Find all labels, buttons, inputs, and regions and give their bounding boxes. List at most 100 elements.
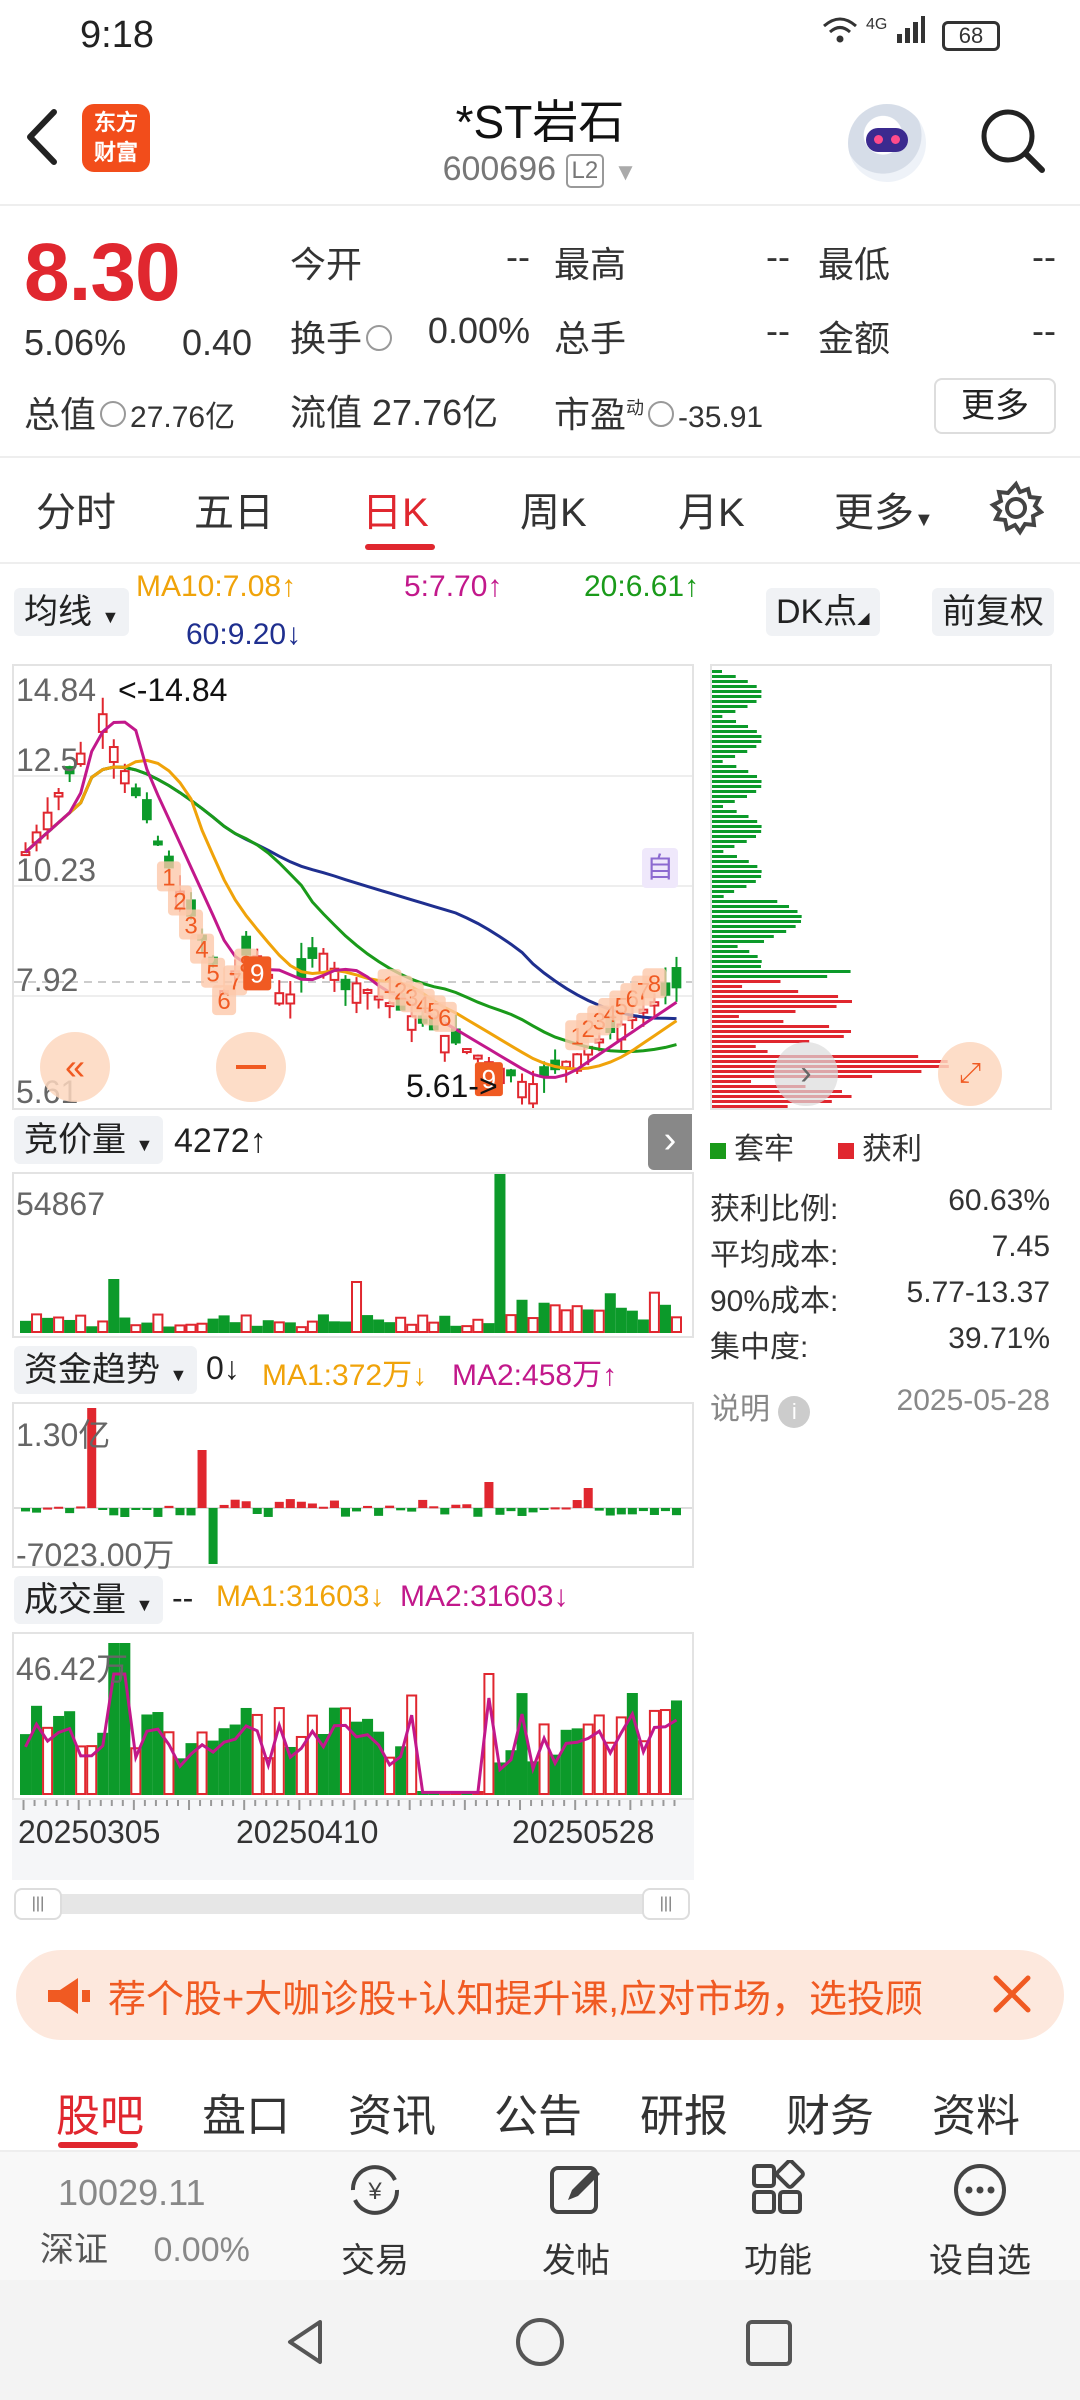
chip-distribution-chart[interactable]: › ⤢ bbox=[710, 664, 1052, 1110]
dropdown-corner-icon: ◢ bbox=[857, 610, 870, 627]
zoom-out-button[interactable] bbox=[216, 1032, 286, 1102]
chip-bar bbox=[712, 985, 743, 988]
chip-bar bbox=[712, 830, 762, 833]
tab-profile[interactable]: 资料 bbox=[932, 2080, 1020, 2144]
pe-label: 市盈 bbox=[554, 394, 627, 435]
tab-intraday[interactable]: 分时 bbox=[36, 480, 116, 538]
tab-news[interactable]: 资讯 bbox=[348, 2080, 436, 2144]
fund-bar bbox=[418, 1499, 428, 1508]
stock-code-row[interactable]: 600696 L2 ▼ bbox=[340, 150, 740, 189]
more-dots-icon bbox=[954, 2164, 1006, 2216]
chip-bar bbox=[712, 920, 802, 923]
close-banner-button[interactable] bbox=[982, 1964, 1042, 2029]
indicator-selector[interactable]: 均线 ▼ bbox=[14, 588, 130, 636]
chart-settings-button[interactable] bbox=[988, 480, 1045, 541]
chip-bar bbox=[712, 785, 762, 788]
change-percent: 5.06% bbox=[24, 322, 127, 363]
auction-bar bbox=[439, 1315, 451, 1334]
scroll-handle-left[interactable]: ||| bbox=[14, 1888, 62, 1920]
chip-bar bbox=[712, 1020, 784, 1023]
candle-body bbox=[473, 1054, 483, 1060]
fund-trend-selector[interactable]: 资金趋势 ▼ bbox=[14, 1346, 198, 1394]
chip-bar bbox=[712, 980, 781, 983]
chip-bar bbox=[712, 960, 762, 963]
post-label: 发帖 bbox=[542, 2242, 610, 2280]
info-icon[interactable] bbox=[366, 325, 393, 352]
tab-weekly-k[interactable]: 周K bbox=[520, 480, 587, 538]
trade-button[interactable]: ¥ 交易 bbox=[305, 2160, 445, 2282]
auction-value: 4272↑ bbox=[174, 1122, 267, 1160]
nav-recents-button[interactable] bbox=[744, 2318, 794, 2373]
auction-max: 54867 bbox=[16, 1186, 105, 1222]
promo-banner[interactable]: 荐个股+大咖诊股+认知提升课,应对市场，选投顾 bbox=[16, 1950, 1064, 2040]
chip-next-button[interactable]: › bbox=[774, 1042, 838, 1106]
auction-selector[interactable]: 竞价量 ▼ bbox=[14, 1116, 164, 1164]
tab-forum[interactable]: 股吧 bbox=[56, 2080, 144, 2144]
info-icon[interactable] bbox=[648, 401, 675, 428]
kline-chart[interactable]: 123456781234561234567899 14.84 12.5 10.2… bbox=[12, 613, 694, 1112]
chart-scrollbar[interactable]: ||| ||| bbox=[14, 1888, 690, 1920]
logo-text-line1: 东方 bbox=[93, 110, 138, 135]
note-link[interactable]: 说明 i bbox=[710, 1384, 811, 1428]
legend-swatch bbox=[710, 1143, 726, 1160]
fund-bar bbox=[429, 1506, 439, 1509]
dk-point-button[interactable]: DK点◢ bbox=[766, 588, 880, 636]
expand-icon[interactable]: ⤢ bbox=[938, 1042, 1002, 1106]
more-button[interactable]: 更多 bbox=[934, 378, 1056, 434]
index-widget[interactable]: 10029.11 深证 0.00% bbox=[40, 2172, 250, 2271]
robot-eye bbox=[874, 135, 883, 144]
tab-research[interactable]: 研报 bbox=[640, 2080, 728, 2144]
float-cap-value: 27.76亿 bbox=[372, 392, 499, 433]
level2-badge: L2 bbox=[565, 154, 605, 189]
tab-daily-k[interactable]: 日K bbox=[362, 480, 429, 538]
fund-bar bbox=[649, 1508, 659, 1515]
x-axis: 20250305 20250410 20250528 bbox=[12, 1800, 694, 1880]
tab-five-day[interactable]: 五日 bbox=[194, 480, 274, 538]
nav-home-button[interactable] bbox=[514, 2316, 566, 2373]
app-logo[interactable]: 东方 财富 bbox=[82, 104, 150, 172]
volume-bar bbox=[141, 1714, 153, 1795]
fund-ma2: MA2:458万↑ bbox=[452, 1359, 618, 1392]
fund-bar bbox=[440, 1508, 450, 1515]
search-button[interactable] bbox=[976, 104, 1048, 176]
legend-profit: 获利 bbox=[838, 1124, 922, 1168]
pe-sup: 动 bbox=[626, 398, 645, 418]
scroll-handle-right[interactable]: ||| bbox=[642, 1888, 690, 1920]
expand-side-button[interactable]: › bbox=[648, 1114, 692, 1170]
tab-announcements[interactable]: 公告 bbox=[494, 2080, 582, 2144]
tab-finance[interactable]: 财务 bbox=[786, 2080, 874, 2144]
back-button[interactable] bbox=[22, 102, 62, 172]
chip-bar bbox=[712, 770, 749, 773]
tab-more[interactable]: 更多▼ bbox=[834, 480, 934, 538]
adjust-button[interactable]: 前复权 bbox=[932, 588, 1054, 636]
functions-button[interactable]: 功能 bbox=[708, 2159, 848, 2282]
chip-bar bbox=[712, 1005, 837, 1008]
nav-back-button[interactable] bbox=[280, 2316, 332, 2373]
chip-bar bbox=[712, 1040, 810, 1043]
tab-orderbook[interactable]: 盘口 bbox=[202, 2080, 290, 2144]
watchlist-label: 设自选 bbox=[929, 2242, 1031, 2280]
fund-bar bbox=[175, 1508, 185, 1516]
candle-body bbox=[340, 978, 351, 991]
chip-bar bbox=[712, 950, 750, 953]
post-button[interactable]: 发帖 bbox=[506, 2160, 646, 2282]
y-tick: 10.23 bbox=[16, 852, 97, 888]
info-icon[interactable] bbox=[100, 401, 127, 428]
robot-assistant-avatar[interactable] bbox=[848, 104, 926, 182]
tab-monthly-k[interactable]: 月K bbox=[678, 480, 745, 538]
dropdown-triangle-icon: ▼ bbox=[914, 509, 934, 531]
fund-bar bbox=[583, 1488, 593, 1508]
high-annotation: <-14.84 bbox=[118, 672, 228, 708]
chip-bar bbox=[712, 1045, 756, 1048]
volume-selector[interactable]: 成交量 ▼ bbox=[14, 1576, 164, 1624]
indicator-selector-label: 均线 bbox=[24, 593, 92, 631]
chip-bar bbox=[712, 700, 757, 703]
fund-trend-label: 资金趋势 bbox=[24, 1351, 160, 1389]
chip-bar bbox=[712, 720, 737, 723]
scroll-left-button[interactable]: « bbox=[40, 1032, 110, 1102]
candle-body bbox=[318, 952, 329, 974]
volume-bar bbox=[306, 1714, 318, 1795]
dropdown-triangle-icon: ▼ bbox=[101, 607, 120, 627]
fund-bar bbox=[374, 1508, 384, 1516]
add-watchlist-button[interactable]: 设自选 bbox=[910, 2160, 1050, 2282]
